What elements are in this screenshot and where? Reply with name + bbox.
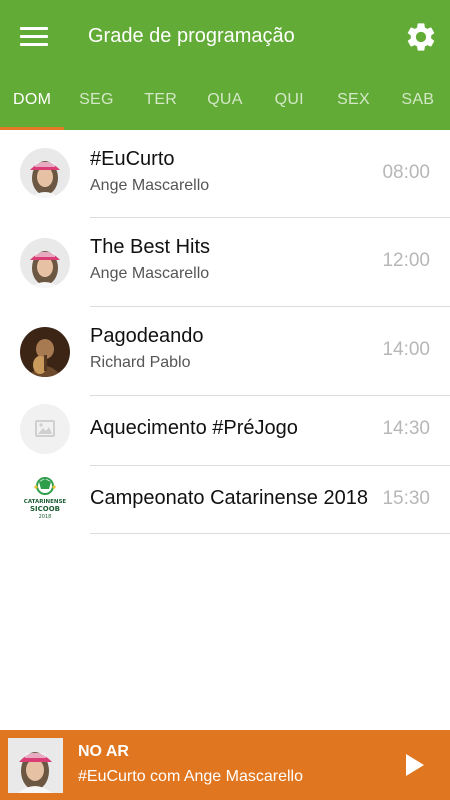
program-host: Ange Mascarello [90,177,210,194]
tab-dom[interactable]: DOM [0,72,65,130]
svg-text:SICOOB: SICOOB [30,505,60,513]
host-avatar [20,148,70,198]
tab-qui[interactable]: QUI [257,72,321,130]
tab-seg[interactable]: SEG [64,72,128,130]
program-title: #EuCurto [90,148,175,170]
day-tabs: DOM SEG TER QUA QUI SEX SAB [0,72,450,130]
play-icon[interactable] [400,751,428,779]
program-time: 14:30 [382,418,430,439]
toolbar: Grade de programação [0,0,450,72]
on-air-label: NO AR [78,743,129,760]
image-placeholder-icon [20,404,70,454]
list-item[interactable]: #EuCurto Ange Mascarello 08:00 [0,130,450,218]
host-avatar [20,238,70,288]
program-time: 14:00 [382,339,430,360]
list-item[interactable]: Aquecimento #PréJogo 14:30 [0,396,450,466]
menu-icon[interactable] [20,24,50,48]
program-host: Ange Mascarello [90,265,210,282]
svg-text:2018: 2018 [39,514,52,520]
list-item[interactable]: CATARINENSE SICOOB 2018 Campeonato Catar… [0,466,450,534]
program-title: Pagodeando [90,325,204,347]
gear-icon[interactable] [404,20,438,54]
program-time: 12:00 [382,250,430,271]
list-item[interactable]: The Best Hits Ange Mascarello 12:00 [0,218,450,307]
list-item[interactable]: Pagodeando Richard Pablo 14:00 [0,307,450,396]
program-title: The Best Hits [90,236,211,258]
app-bar: Grade de programação DOM SEG TER QUA QUI… [0,0,450,130]
tab-sex[interactable]: SEX [321,72,385,130]
tab-ter[interactable]: TER [129,72,193,130]
page-title: Grade de programação [88,25,295,47]
now-playing-thumbnail [8,738,63,793]
championship-logo: CATARINENSE SICOOB 2018 [20,474,70,524]
host-avatar [20,327,70,377]
program-title: Aquecimento #PréJogo [90,417,298,439]
divider [90,533,450,534]
now-playing-bar[interactable]: NO AR #EuCurto com Ange Mascarello [0,730,450,800]
schedule-list: #EuCurto Ange Mascarello 08:00 The Best … [0,130,450,534]
program-time: 15:30 [382,488,430,509]
program-time: 08:00 [382,162,430,183]
tab-qua[interactable]: QUA [193,72,257,130]
program-title: Campeonato Catarinense 2018 [90,487,368,509]
now-playing-text: #EuCurto com Ange Mascarello [78,768,303,785]
tab-sab[interactable]: SAB [386,72,450,130]
program-host: Richard Pablo [90,354,191,371]
